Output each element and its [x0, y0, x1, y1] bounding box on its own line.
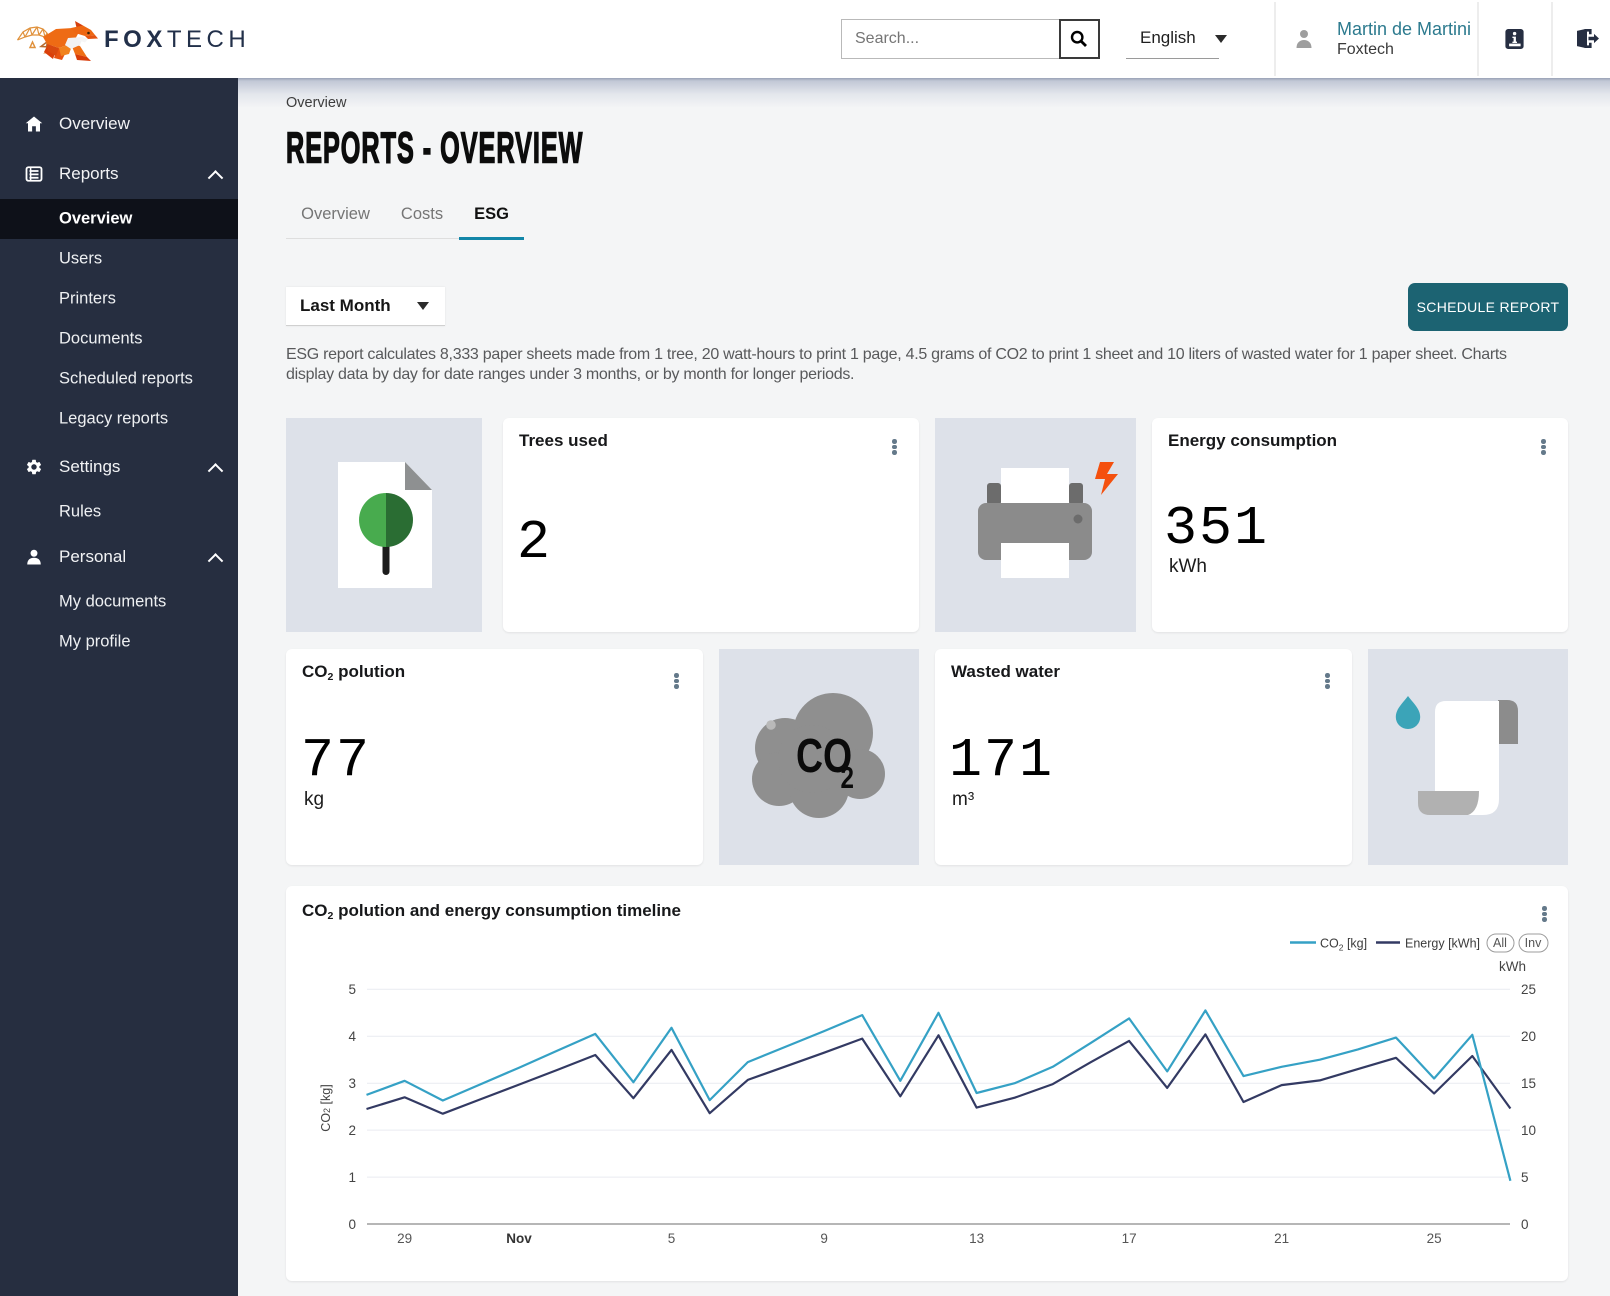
svg-text:0: 0 [348, 1217, 356, 1232]
svg-text:29: 29 [397, 1231, 412, 1246]
svg-text:Energy [kWh]: Energy [kWh] [1405, 937, 1480, 951]
svg-text:13: 13 [969, 1231, 984, 1246]
svg-text:20: 20 [1521, 1029, 1536, 1044]
svg-text:4: 4 [348, 1029, 356, 1044]
svg-text:2: 2 [840, 760, 853, 795]
svg-text:25: 25 [1521, 982, 1536, 997]
svg-text:0: 0 [1521, 1217, 1529, 1232]
svg-text:2: 2 [348, 1123, 356, 1138]
svg-text:3: 3 [348, 1076, 356, 1091]
svg-text:17: 17 [1122, 1231, 1137, 1246]
svg-text:1: 1 [348, 1170, 356, 1185]
svg-text:Nov: Nov [506, 1231, 532, 1246]
svg-text:CO2 [kg]: CO2 [kg] [1320, 937, 1367, 953]
svg-text:kWh: kWh [1499, 959, 1526, 974]
svg-text:5: 5 [348, 982, 356, 997]
svg-text:21: 21 [1274, 1231, 1289, 1246]
svg-text:15: 15 [1521, 1076, 1536, 1091]
svg-text:CO2 [kg]: CO2 [kg] [319, 1084, 333, 1131]
svg-text:10: 10 [1521, 1123, 1536, 1138]
svg-text:25: 25 [1427, 1231, 1442, 1246]
svg-text:9: 9 [820, 1231, 828, 1246]
svg-text:5: 5 [1521, 1170, 1529, 1185]
svg-text:5: 5 [668, 1231, 676, 1246]
svg-text:All: All [1493, 936, 1507, 950]
svg-text:Inv: Inv [1525, 936, 1542, 950]
